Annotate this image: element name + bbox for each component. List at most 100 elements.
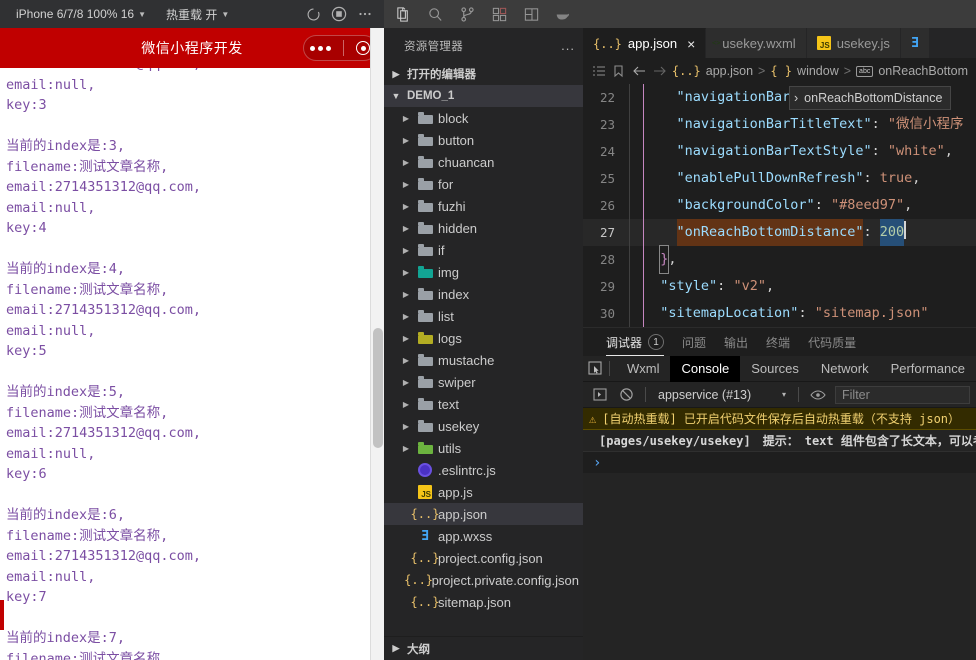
simulator-scrollbar[interactable] (370, 28, 384, 660)
hotreload-selector[interactable]: 热重载 开 ▼ (156, 2, 239, 26)
tree-item-project-private-config-json[interactable]: ▶{..}project.private.config.json (384, 569, 583, 591)
chevron-right-icon[interactable]: ▶ (398, 400, 414, 409)
tree-item-button[interactable]: ▶ button (384, 129, 583, 151)
editor-tab-usekey-wxml[interactable]: usekey.wxml (706, 28, 807, 58)
chevron-right-icon[interactable]: ▶ (398, 444, 414, 453)
tree-item-mustache[interactable]: ▶ mustache (384, 349, 583, 371)
code-line[interactable]: 28 }, (583, 245, 976, 274)
tree-item-if[interactable]: ▶ if (384, 239, 583, 261)
tree-item-block[interactable]: ▶ block (384, 107, 583, 129)
chevron-right-icon[interactable]: ▶ (398, 422, 414, 431)
tree-item-img[interactable]: ▶ img (384, 261, 583, 283)
editor-tab-usekey-js[interactable]: JS usekey.js (806, 28, 901, 58)
section-open-editors[interactable]: ▶ 打开的编辑器 (384, 63, 583, 85)
tree-item-list[interactable]: ▶ list (384, 305, 583, 327)
code-line[interactable]: 30 "sitemapLocation": "sitemap.json" (583, 300, 976, 327)
console-filter-input[interactable]: Filter (835, 385, 970, 404)
panel-tab-0[interactable]: 调试器 1 (597, 328, 673, 356)
tree-item-fuzhi[interactable]: ▶ fuzhi (384, 195, 583, 217)
tree-item-chuancan[interactable]: ▶ chuancan (384, 151, 583, 173)
tree-item-index[interactable]: ▶ index (384, 283, 583, 305)
clear-console-icon[interactable] (613, 384, 639, 406)
chevron-right-icon[interactable]: ▶ (398, 158, 414, 167)
search-icon[interactable] (420, 1, 450, 27)
code-line[interactable]: 25 "enablePullDownRefresh": true, (583, 165, 976, 192)
bookmark-icon[interactable] (611, 64, 626, 78)
docker-icon[interactable] (548, 1, 578, 27)
devtools-tab-wxml[interactable]: Wxml (616, 356, 671, 382)
chevron-right-icon[interactable]: ▶ (398, 114, 414, 123)
capsule-more-icon[interactable] (310, 45, 331, 51)
tree-item-text[interactable]: ▶ text (384, 393, 583, 415)
chevron-right-icon[interactable]: ▶ (398, 268, 414, 277)
tree-item-app-wxss[interactable]: ▶ Ǝapp.wxss (384, 525, 583, 547)
execute-icon[interactable] (587, 384, 613, 406)
panel-tabbar[interactable]: 调试器 1 问题 输出 终端 代码质量 (583, 328, 976, 356)
simulator-scrollbar-thumb[interactable] (373, 328, 383, 448)
devtools-tab-console[interactable]: Console (670, 355, 741, 382)
editor-tabbar[interactable]: {..} app.json × usekey.wxml JS usekey.js Ǝ (583, 28, 976, 58)
explorer-icon[interactable] (388, 1, 418, 27)
tree-item-swiper[interactable]: ▶ swiper (384, 371, 583, 393)
wechat-capsule[interactable] (303, 35, 377, 61)
panel-tab-1[interactable]: 问题 (673, 328, 715, 356)
more-ellipsis-icon[interactable] (352, 1, 378, 27)
code-line[interactable]: 24 "navigationBarTextStyle": "white", (583, 138, 976, 165)
outline-list-icon[interactable] (591, 64, 606, 78)
devtools-tab-network[interactable]: Network (810, 356, 880, 382)
layout-icon[interactable] (516, 1, 546, 27)
chevron-right-icon[interactable]: ▶ (398, 334, 414, 343)
chevron-right-icon[interactable]: ▶ (398, 378, 414, 387)
tree-item-for[interactable]: ▶ for (384, 173, 583, 195)
close-icon[interactable]: × (687, 36, 695, 52)
file-tree[interactable]: ▶ block ▶ button ▶ chuancan ▶ for ▶ fuzhi ▶ hidden ▶… (384, 107, 583, 636)
tree-item--eslintrc-js[interactable]: ▶ .eslintrc.js (384, 459, 583, 481)
section-project-demo1[interactable]: ▼ DEMO_1 (384, 85, 583, 107)
console-output[interactable]: ⚠ [自动热重载] 已开启代码文件保存后自动热重载（不支持 json） [pages… (583, 408, 976, 660)
stop-record-icon[interactable] (326, 1, 352, 27)
tree-item-sitemap-json[interactable]: ▶{..}sitemap.json (384, 591, 583, 613)
devtools-tabbar[interactable]: Wxml Console Sources Network Performance (583, 355, 976, 382)
devtools-tab-performance[interactable]: Performance (880, 356, 976, 382)
editor-tab[interactable]: Ǝ (900, 28, 930, 58)
extensions-icon[interactable] (484, 1, 514, 27)
device-selector[interactable]: iPhone 6/7/8 100% 16 ▼ (6, 2, 156, 26)
panel-tab-4[interactable]: 代码质量 (799, 328, 865, 356)
console-context-selector[interactable]: appservice (#13) ▾ (652, 388, 792, 402)
chevron-right-icon[interactable]: ▶ (398, 180, 414, 189)
tree-item-project-config-json[interactable]: ▶{..}project.config.json (384, 547, 583, 569)
chevron-right-icon[interactable]: ▶ (398, 202, 414, 211)
tree-item-app-js[interactable]: ▶JSapp.js (384, 481, 583, 503)
code-line[interactable]: 23 "navigationBarTitleText": "微信小程序 (583, 111, 976, 138)
tree-item-logs[interactable]: ▶ logs (384, 327, 583, 349)
breadcrumb-part-0[interactable]: app.json (706, 64, 753, 78)
chevron-right-icon[interactable]: ▶ (398, 290, 414, 299)
panel-tab-3[interactable]: 终端 (757, 328, 799, 356)
editor-tab-app-json[interactable]: {..} app.json × (583, 28, 707, 58)
source-control-icon[interactable] (452, 1, 482, 27)
arrow-right-icon[interactable] (652, 64, 667, 78)
explorer-more-icon[interactable]: ... (561, 38, 575, 53)
chevron-right-icon[interactable]: ▶ (398, 246, 414, 255)
inspect-picker-icon[interactable] (587, 358, 603, 380)
refresh-icon[interactable] (300, 1, 326, 27)
chevron-right-icon[interactable]: ▶ (398, 356, 414, 365)
tree-item-hidden[interactable]: ▶ hidden (384, 217, 583, 239)
chevron-right-icon[interactable]: ▶ (398, 312, 414, 321)
devtools-tab-sources[interactable]: Sources (740, 356, 810, 382)
eye-icon[interactable] (805, 384, 831, 406)
tree-item-usekey[interactable]: ▶ usekey (384, 415, 583, 437)
capsule-close-icon[interactable] (356, 41, 370, 55)
code-editor[interactable]: › onReachBottomDistance 22 "navigationBa… (583, 84, 976, 327)
breadcrumb-part-1[interactable]: window (797, 64, 839, 78)
code-line[interactable]: 27 "onReachBottomDistance": 200 (583, 219, 976, 246)
panel-tab-2[interactable]: 输出 (715, 328, 757, 356)
sticky-scroll-popup[interactable]: › onReachBottomDistance (789, 86, 952, 110)
chevron-right-icon[interactable]: ▶ (398, 224, 414, 233)
arrow-left-icon[interactable] (631, 64, 646, 78)
code-line[interactable]: 26 "backgroundColor": "#8eed97", (583, 192, 976, 219)
devtools-tab-list[interactable]: Wxml Console Sources Network Performance (616, 355, 976, 382)
tree-item-app-json[interactable]: ▶{..}app.json (384, 503, 583, 525)
tree-item-utils[interactable]: ▶ utils (384, 437, 583, 459)
breadcrumb-part-2[interactable]: onReachBottom (878, 64, 968, 78)
